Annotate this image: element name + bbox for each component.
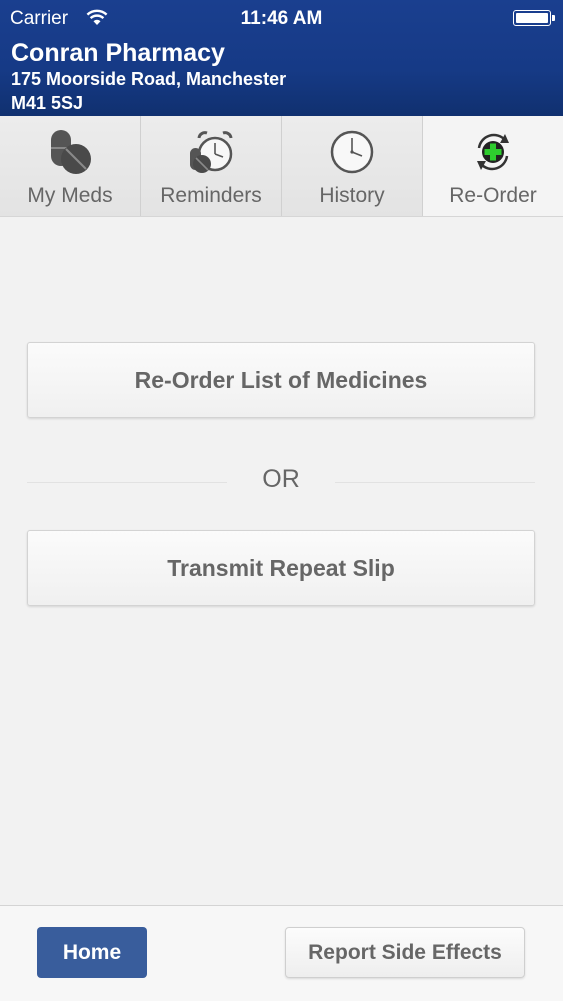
transmit-repeat-slip-button[interactable]: Transmit Repeat Slip (27, 530, 535, 606)
tab-label: Reminders (160, 184, 262, 207)
pharmacy-address-line1: 175 Moorside Road, Manchester (11, 69, 287, 89)
tab-label: Re-Order (449, 184, 537, 207)
or-label: OR (262, 465, 300, 493)
alarm-clock-pill-icon (187, 128, 235, 176)
status-bar: Carrier 11:46 AM (0, 0, 563, 38)
reorder-plus-icon (469, 128, 517, 176)
pharmacy-name: Conran Pharmacy (11, 39, 225, 67)
tab-history[interactable]: History (282, 116, 423, 216)
tab-label: History (319, 184, 385, 207)
pills-icon (46, 128, 94, 176)
footer-bar: Home Report Side Effects (0, 905, 563, 1001)
home-button[interactable]: Home (37, 927, 147, 978)
status-time: 11:46 AM (240, 8, 323, 29)
battery-icon (513, 10, 555, 26)
or-separator: OR (27, 465, 535, 501)
pharmacy-address-line2: M41 5SJ (11, 93, 84, 113)
tab-my-meds[interactable]: My Meds (0, 116, 141, 216)
clock-icon (328, 128, 376, 176)
main-content: Re-Order List of Medicines OR Transmit R… (0, 217, 563, 905)
tab-label: My Meds (27, 184, 113, 207)
app-header: Carrier 11:46 AM Conran Pharmacy 175 Moo… (0, 0, 563, 116)
tab-re-order[interactable]: Re-Order (423, 116, 563, 216)
report-side-effects-button[interactable]: Report Side Effects (285, 927, 525, 978)
divider (335, 482, 535, 483)
reorder-medicines-button[interactable]: Re-Order List of Medicines (27, 342, 535, 418)
tab-reminders[interactable]: Reminders (141, 116, 282, 216)
tab-bar: My Meds Reminders History Re-Order (0, 116, 563, 217)
